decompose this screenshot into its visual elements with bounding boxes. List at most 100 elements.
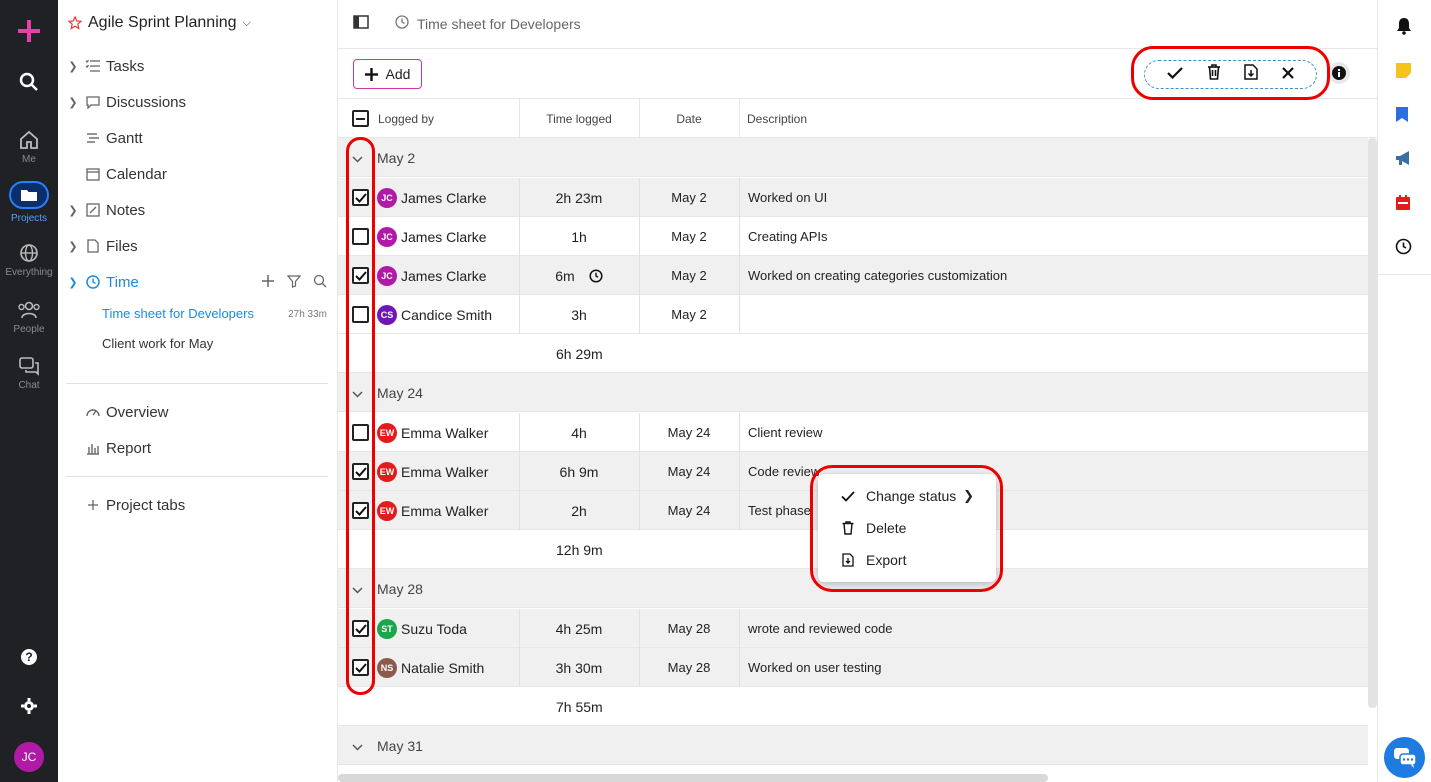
description-cell[interactable]: Client review [748, 413, 822, 452]
user-avatar[interactable]: JC [0, 742, 58, 772]
time-cell[interactable]: 4h 25m [519, 609, 639, 648]
sidebar-subitem-client-work[interactable]: Client work for May [102, 336, 213, 351]
rail-item-projects[interactable]: Projects [0, 181, 58, 224]
vertical-scrollbar[interactable] [1368, 138, 1377, 708]
sidebar-item-overview[interactable]: Overview [58, 398, 169, 426]
project-tabs-button[interactable]: Project tabs [58, 491, 185, 519]
rail-item-chat[interactable]: Chat [0, 356, 58, 391]
menu-item-delete[interactable]: Delete [818, 512, 996, 544]
help-button[interactable]: ? [0, 648, 58, 666]
trash-icon[interactable] [1207, 64, 1221, 85]
row-checkbox[interactable] [352, 502, 369, 519]
row-checkbox[interactable] [352, 463, 369, 480]
chevron-down-icon[interactable] [352, 738, 363, 754]
row-checkbox[interactable] [352, 267, 369, 284]
description-cell[interactable]: wrote and reviewed code [748, 609, 893, 648]
row-checkbox[interactable] [352, 424, 369, 441]
sidebar-item-tasks[interactable]: ❯ Tasks [58, 52, 144, 80]
column-header-date[interactable]: Date [639, 99, 739, 138]
project-title-dropdown[interactable]: Agile Sprint Planning ⌵ [68, 14, 251, 32]
horizontal-scrollbar[interactable] [338, 774, 1048, 782]
table-row[interactable]: JC James Clarke 6m May 2 Worked on creating … [338, 256, 1368, 295]
table-row[interactable]: EW Emma Walker 4h May 24 Client review [338, 413, 1368, 452]
row-checkbox[interactable] [352, 306, 369, 323]
row-checkbox[interactable] [352, 620, 369, 637]
date-cell[interactable]: May 28 [639, 648, 739, 687]
chevron-down-icon[interactable] [352, 581, 363, 597]
rail-item-everything[interactable]: Everything [0, 243, 58, 278]
chevron-down-icon[interactable] [352, 150, 363, 166]
column-header-time-logged[interactable]: Time logged [519, 99, 639, 138]
date-cell[interactable]: May 2 [639, 256, 739, 295]
filter-icon[interactable] [286, 274, 302, 293]
date-cell[interactable]: May 2 [639, 217, 739, 256]
settings-button[interactable] [0, 697, 58, 715]
time-cell[interactable]: 6h 9m [519, 452, 639, 491]
timer-icon[interactable] [589, 268, 603, 283]
chevron-down-icon[interactable]: ❯ [66, 276, 80, 289]
check-icon[interactable] [1167, 66, 1183, 84]
chat-support-button[interactable] [1384, 737, 1425, 778]
info-button[interactable] [1328, 62, 1350, 84]
sidebar-toggle-icon[interactable] [353, 14, 369, 34]
date-cell[interactable]: May 24 [639, 413, 739, 452]
column-header-logged-by[interactable]: Logged by [378, 99, 434, 138]
time-cell[interactable]: 2h 23m [519, 178, 639, 217]
search-button[interactable] [0, 72, 58, 92]
chevron-right-icon[interactable]: ❯ [66, 240, 80, 253]
rail-item-people[interactable]: People [0, 300, 58, 335]
create-button[interactable] [0, 18, 58, 44]
add-icon[interactable] [261, 274, 275, 293]
row-checkbox[interactable] [352, 228, 369, 245]
group-header[interactable]: May 31 [338, 726, 1368, 765]
date-cell[interactable]: May 24 [639, 452, 739, 491]
sidebar-item-time[interactable]: ❯ Time [58, 268, 138, 296]
menu-item-change-status[interactable]: Change status ❯ [818, 480, 996, 512]
star-icon[interactable] [68, 16, 82, 30]
group-header[interactable]: May 2 [338, 138, 1368, 177]
group-header[interactable]: May 24 [338, 373, 1368, 412]
chevron-right-icon[interactable]: ❯ [66, 96, 80, 109]
time-cell[interactable]: 3h 30m [519, 648, 639, 687]
date-cell[interactable]: May 28 [639, 609, 739, 648]
close-icon[interactable] [1282, 66, 1294, 84]
table-row[interactable]: JC James Clarke 2h 23m May 2 Worked on UI [338, 178, 1368, 217]
row-checkbox[interactable] [352, 659, 369, 676]
megaphone-icon[interactable] [1395, 150, 1413, 172]
time-cell[interactable]: 6m [519, 256, 639, 295]
description-cell[interactable]: Worked on UI [748, 178, 827, 217]
description-cell[interactable]: Worked on user testing [748, 648, 881, 687]
chevron-down-icon[interactable] [352, 385, 363, 401]
table-row[interactable]: NS Natalie Smith 3h 30m May 28 Worked on use… [338, 648, 1368, 687]
table-row[interactable]: JC James Clarke 1h May 2 Creating APIs [338, 217, 1368, 256]
chevron-right-icon[interactable]: ❯ [66, 204, 80, 217]
time-cell[interactable]: 3h [519, 295, 639, 334]
sidebar-item-discussions[interactable]: ❯ Discussions [58, 88, 186, 116]
select-all-checkbox[interactable] [352, 110, 369, 127]
table-row[interactable]: ST Suzu Toda 4h 25m May 28 wrote and reviewe… [338, 609, 1368, 648]
row-checkbox[interactable] [352, 189, 369, 206]
sidebar-item-gantt[interactable]: Gantt [58, 124, 143, 152]
calendar-icon[interactable] [1395, 194, 1411, 216]
sticky-note-icon[interactable] [1395, 62, 1412, 84]
time-cell[interactable]: 4h [519, 413, 639, 452]
table-row[interactable]: CS Candice Smith 3h May 2 [338, 295, 1368, 334]
sidebar-item-files[interactable]: ❯ Files [58, 232, 137, 260]
timer-icon[interactable] [1395, 238, 1412, 260]
date-cell[interactable]: May 24 [639, 491, 739, 530]
search-icon[interactable] [313, 274, 327, 293]
column-header-description[interactable]: Description [747, 99, 807, 138]
sidebar-item-notes[interactable]: ❯ Notes [58, 196, 145, 224]
bookmark-icon[interactable] [1395, 106, 1409, 128]
add-button[interactable]: Add [353, 59, 422, 89]
sidebar-subitem-timesheet-developers[interactable]: Time sheet for Developers [102, 306, 254, 321]
description-cell[interactable]: Test phase [748, 491, 811, 530]
bell-icon[interactable] [1395, 17, 1413, 40]
export-icon[interactable] [1244, 64, 1259, 85]
chevron-right-icon[interactable]: ❯ [66, 60, 80, 73]
time-cell[interactable]: 1h [519, 217, 639, 256]
description-cell[interactable]: Worked on creating categories customizat… [748, 256, 1007, 295]
time-cell[interactable]: 2h [519, 491, 639, 530]
sidebar-item-report[interactable]: Report [58, 434, 151, 462]
date-cell[interactable]: May 2 [639, 178, 739, 217]
